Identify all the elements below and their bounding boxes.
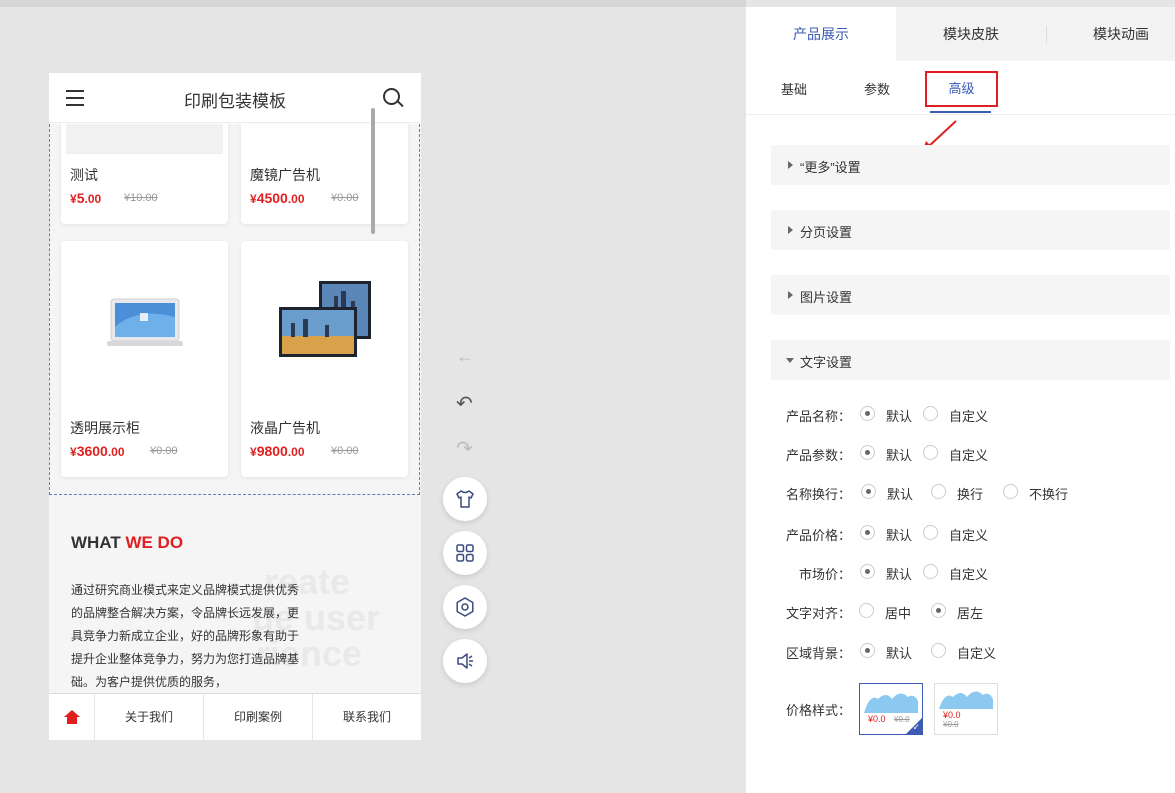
- product-name: 魔镜广告机: [250, 167, 320, 183]
- nav-home[interactable]: [49, 694, 95, 740]
- settings-button[interactable]: [443, 585, 487, 629]
- phone-header: 印刷包装模板: [49, 73, 421, 123]
- product-image: [66, 124, 223, 154]
- price-style-option-2[interactable]: ¥0.0 ¥0.0: [934, 683, 998, 735]
- grid-icon: [456, 544, 474, 562]
- subtab-basic[interactable]: 基础: [781, 79, 807, 98]
- price-style-option-1[interactable]: ¥0.0 ¥0.0 ✓: [859, 683, 923, 735]
- section-paragraph: 通过研究商业模式来定义品牌模式提供优秀的品牌整合解决方案，令品牌长远发展，更具竞…: [71, 583, 300, 689]
- caret-right-icon: [788, 226, 793, 234]
- nav-item-cases[interactable]: 印刷案例: [204, 694, 313, 740]
- section-more-settings[interactable]: “更多”设置: [771, 145, 1170, 185]
- shirt-icon: [456, 490, 474, 508]
- wave-image: [939, 691, 993, 709]
- setting-label: 市场价：: [799, 567, 852, 582]
- caret-right-icon: [788, 161, 793, 169]
- phone-preview: 印刷包装模板 测试 ¥5.00 ¥10.00 魔镜广告机 ¥4500.00 ¥0…: [49, 73, 421, 740]
- skin-button[interactable]: [443, 477, 487, 521]
- nav-item-contact[interactable]: 联系我们: [313, 694, 421, 740]
- tab-module-skin[interactable]: 模块皮肤: [896, 7, 1046, 61]
- caret-down-icon: [786, 358, 794, 363]
- wave-image: [864, 693, 918, 713]
- phone-scrollbar[interactable]: [371, 108, 375, 234]
- product-price: ¥5.00: [70, 190, 102, 206]
- nav-item-about[interactable]: 关于我们: [95, 694, 204, 740]
- subtab-advanced[interactable]: 高级: [925, 71, 998, 107]
- check-icon: ✓: [912, 722, 920, 732]
- tab-product-display[interactable]: 产品展示: [746, 7, 896, 61]
- subtab-params[interactable]: 参数: [864, 79, 890, 98]
- style-price: ¥0.0: [943, 710, 961, 720]
- display-screens-image: [279, 281, 371, 357]
- product-price: ¥4500.00: [250, 190, 305, 206]
- product-card[interactable]: 测试 ¥5.00 ¥10.00: [61, 124, 228, 224]
- settings-panel: 产品展示 模块皮肤 模块动画 基础 参数 高级 “更多”设置 分页设置 图片设置…: [746, 7, 1175, 793]
- product-name: 透明展示柜: [70, 420, 140, 436]
- gear-icon: [456, 597, 474, 617]
- product-old-price: ¥0.00: [331, 192, 359, 204]
- section-image-settings[interactable]: 图片设置: [771, 275, 1170, 315]
- search-icon[interactable]: [383, 88, 404, 108]
- announce-button[interactable]: [443, 639, 487, 683]
- modules-button[interactable]: [443, 531, 487, 575]
- product-card[interactable]: 液晶广告机 ¥9800.00 ¥0.00: [241, 241, 408, 477]
- undo-icon[interactable]: ↶: [456, 391, 473, 416]
- setting-label: 产品参数：: [786, 448, 852, 463]
- setting-label: 名称换行：: [786, 487, 852, 502]
- product-price: ¥9800.00: [250, 443, 305, 459]
- setting-label: 产品价格：: [786, 528, 852, 543]
- back-arrow-icon[interactable]: ←: [456, 346, 474, 367]
- home-icon: [64, 710, 80, 724]
- setting-label: 文字对齐：: [786, 606, 852, 621]
- setting-label: 价格样式：: [786, 703, 852, 718]
- product-name: 液晶广告机: [250, 420, 320, 436]
- product-old-price: ¥10.00: [124, 192, 158, 204]
- panel-tabs: 产品展示 模块皮肤 模块动画: [746, 7, 1175, 61]
- product-name: 测试: [70, 167, 98, 183]
- product-old-price: ¥0.00: [150, 445, 178, 457]
- speaker-icon: [457, 653, 473, 669]
- subtab-underline: [930, 111, 991, 113]
- phone-bottom-nav: 关于我们 印刷案例 联系我们: [49, 693, 421, 740]
- setting-label: 区域背景：: [786, 646, 852, 661]
- section-heading: WHAT WE DO: [71, 533, 184, 552]
- phone-title: 印刷包装模板: [184, 92, 286, 111]
- caret-right-icon: [788, 291, 793, 299]
- setting-label: 产品名称：: [786, 409, 852, 424]
- product-card[interactable]: 魔镜广告机 ¥4500.00 ¥0.00: [241, 124, 408, 224]
- redo-icon[interactable]: ↷: [456, 436, 473, 461]
- top-bar: [0, 0, 746, 7]
- section-text-settings[interactable]: 文字设置: [771, 340, 1170, 380]
- product-old-price: ¥0.00: [331, 445, 359, 457]
- section-pagination-settings[interactable]: 分页设置: [771, 210, 1170, 250]
- sub-tabs: 基础 参数 高级: [746, 61, 1175, 115]
- product-card[interactable]: 透明展示柜 ¥3600.00 ¥0.00: [61, 241, 228, 477]
- tab-module-animation[interactable]: 模块动画: [1047, 7, 1175, 61]
- product-price: ¥3600.00: [70, 443, 125, 459]
- laptop-image: [107, 297, 183, 349]
- phone-content[interactable]: 测试 ¥5.00 ¥10.00 魔镜广告机 ¥4500.00 ¥0.00 透明展…: [49, 124, 421, 693]
- style-old-price: ¥0.0: [943, 720, 959, 729]
- style-price: ¥0.0: [868, 714, 886, 724]
